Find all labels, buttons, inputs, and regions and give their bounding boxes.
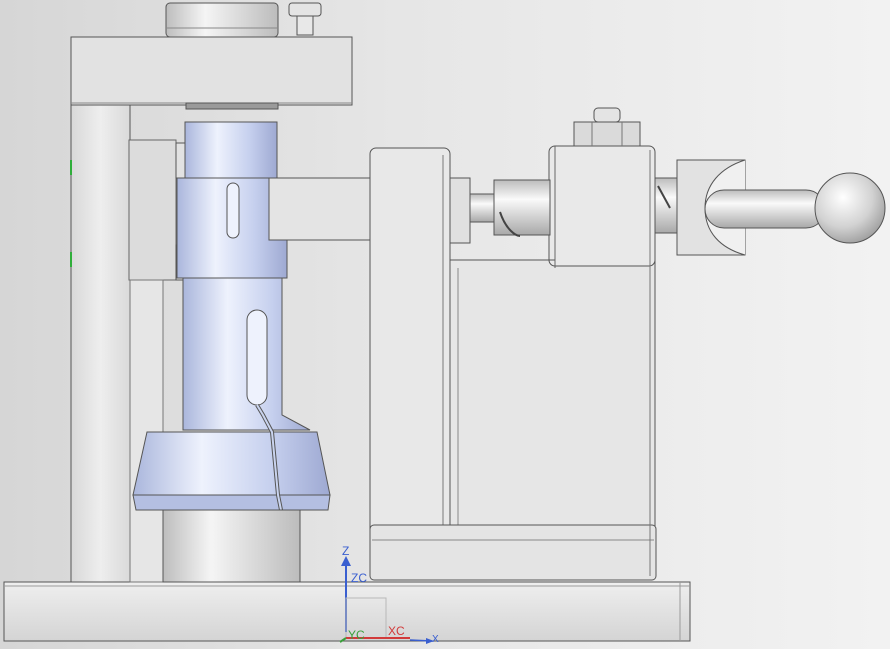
clamp-arm[interactable]: [268, 177, 374, 241]
lower-bushing[interactable]: [162, 509, 301, 583]
zc-axis-label: ZC: [351, 571, 367, 585]
cad-viewport[interactable]: Z ZC YC XC X: [0, 0, 890, 649]
z-axis-label: Z: [342, 544, 350, 558]
xc-axis-label: XC: [388, 624, 405, 638]
yc-axis-label: YC: [348, 628, 365, 642]
fixture-assembly-model[interactable]: [0, 0, 890, 649]
hex-nut[interactable]: [573, 107, 641, 147]
x-axis-label: X: [432, 634, 439, 645]
clamp-handle[interactable]: [676, 159, 886, 256]
